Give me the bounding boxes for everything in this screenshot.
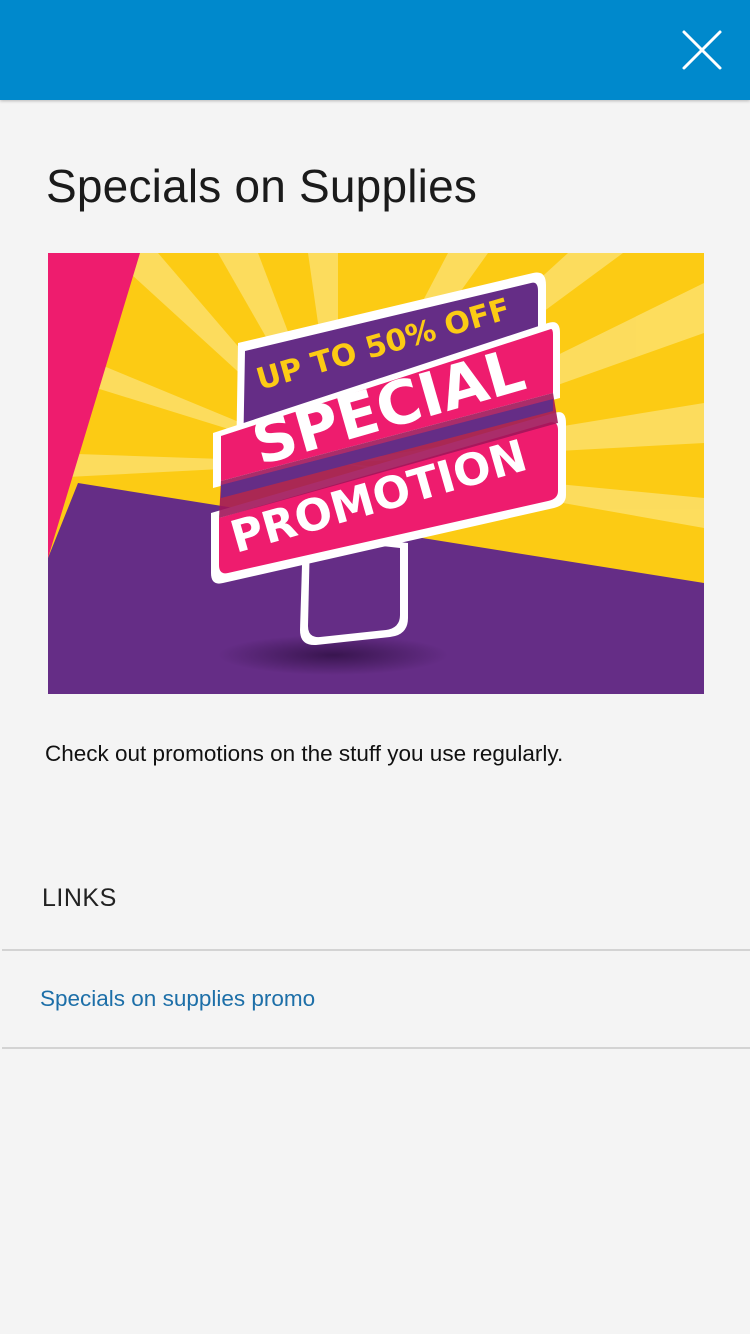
page-title: Specials on Supplies [46,160,478,212]
close-button[interactable] [676,24,728,76]
divider [2,949,750,951]
promo-banner-image: UP TO 50% OFF SPECIAL PROMOTION [48,253,704,694]
top-bar [0,0,750,100]
links-heading: LINKS [42,884,117,912]
page-description: Check out promotions on the stuff you us… [45,741,564,766]
close-icon [682,30,722,70]
divider [2,1047,750,1049]
specials-promo-link[interactable]: Specials on supplies promo [40,982,315,1016]
